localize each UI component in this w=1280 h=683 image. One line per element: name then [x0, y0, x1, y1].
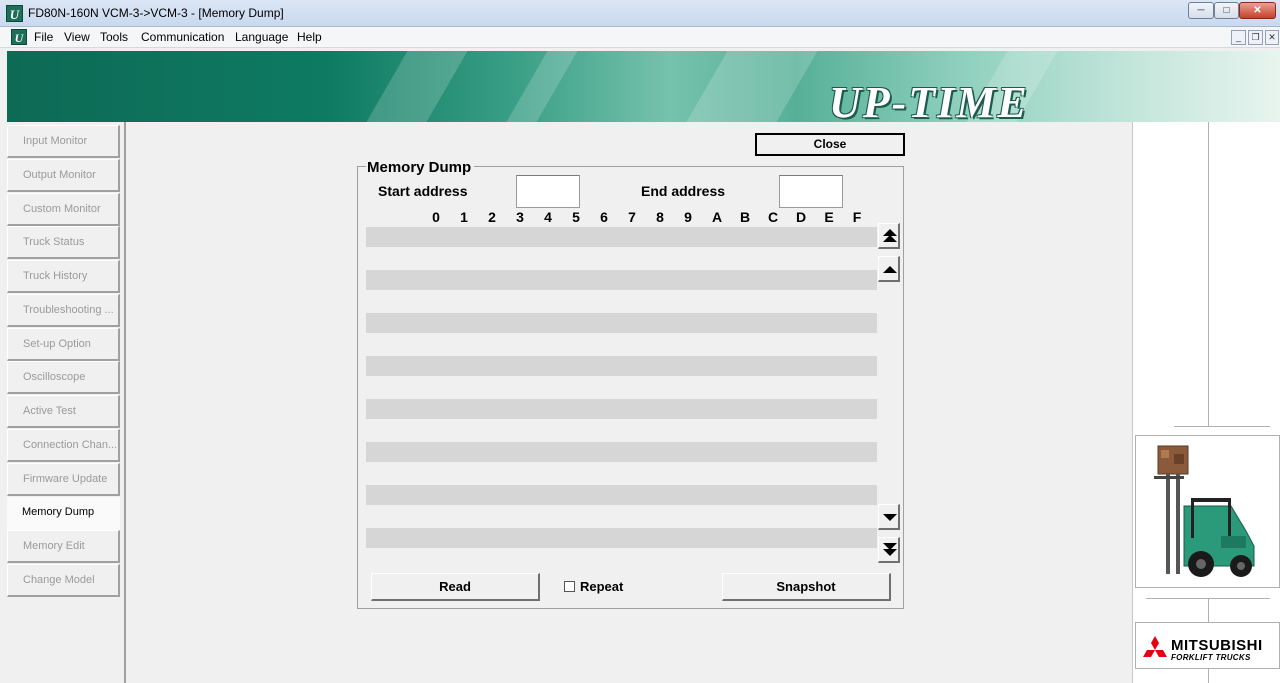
sidebar-item-setup-option[interactable]: Set-up Option: [7, 328, 120, 361]
sidebar-item-input-monitor[interactable]: Input Monitor: [7, 125, 120, 158]
uptime-logo: UP-TIME: [829, 78, 1029, 122]
mitsubishi-diamonds-icon: [1143, 636, 1167, 657]
column-header: 5: [572, 209, 580, 225]
dump-row: [366, 399, 877, 419]
mdi-close-button[interactable]: ✕: [1265, 30, 1279, 45]
banner-decoration: [506, 51, 578, 122]
sidebar-item-firmware-update[interactable]: Firmware Update: [7, 463, 120, 496]
column-header: A: [711, 209, 723, 225]
menu-tools[interactable]: Tools: [100, 30, 128, 44]
column-header: 7: [628, 209, 636, 225]
menu-language[interactable]: Language: [235, 30, 288, 44]
app-icon: U: [6, 5, 23, 22]
group-title: Memory Dump: [366, 159, 475, 176]
column-header: 6: [600, 209, 608, 225]
banner-decoration: [686, 51, 818, 122]
column-header: F: [852, 209, 862, 225]
start-address-input[interactable]: [516, 175, 580, 208]
mdi-restore-button[interactable]: ❐: [1248, 30, 1263, 45]
repeat-checkbox[interactable]: [564, 581, 575, 592]
sidebar-item-oscilloscope[interactable]: Oscilloscope: [7, 361, 120, 394]
document-icon[interactable]: U: [11, 29, 27, 45]
column-header: 0: [432, 209, 440, 225]
sidebar: Input Monitor Output Monitor Custom Moni…: [7, 122, 126, 683]
divider: [1208, 122, 1209, 426]
close-button[interactable]: Close: [755, 133, 905, 156]
scroll-top-button[interactable]: [878, 223, 900, 249]
sidebar-item-memory-dump[interactable]: Memory Dump: [7, 497, 120, 530]
column-header: 4: [544, 209, 552, 225]
forklift-image: [1154, 445, 1255, 577]
start-address-label: Start address: [378, 183, 468, 199]
dump-row: [366, 313, 877, 333]
dump-row: [366, 227, 877, 247]
dump-row: [366, 485, 877, 505]
menu-file[interactable]: File: [34, 30, 53, 44]
scroll-bottom-button[interactable]: [878, 537, 900, 563]
end-address-label: End address: [641, 183, 726, 199]
up-arrow-icon: [883, 266, 897, 273]
menu-view[interactable]: View: [64, 30, 90, 44]
dump-row: [366, 442, 877, 462]
sidebar-item-output-monitor[interactable]: Output Monitor: [7, 159, 120, 192]
dump-row: [366, 270, 877, 290]
column-header: C: [767, 209, 779, 225]
sidebar-item-custom-monitor[interactable]: Custom Monitor: [7, 193, 120, 226]
end-address-input[interactable]: [779, 175, 843, 208]
sidebar-item-memory-edit[interactable]: Memory Edit: [7, 530, 120, 563]
dump-row: [366, 356, 877, 376]
sidebar-item-connection-change[interactable]: Connection Chan...: [7, 429, 120, 462]
menu-help[interactable]: Help: [297, 30, 322, 44]
column-header: 2: [488, 209, 496, 225]
column-header: 9: [684, 209, 692, 225]
column-header: 1: [460, 209, 468, 225]
column-header: D: [795, 209, 807, 225]
menu-bar: U File View Tools Communication Language…: [0, 27, 1280, 48]
header-banner: UP-TIME: [7, 51, 1280, 122]
scroll-up-button[interactable]: [878, 256, 900, 282]
minimize-window-button[interactable]: ─: [1188, 2, 1214, 19]
column-header: 8: [656, 209, 664, 225]
mdi-minimize-button[interactable]: _: [1231, 30, 1246, 45]
column-header: B: [739, 209, 751, 225]
scroll-down-button[interactable]: [878, 504, 900, 530]
down-arrow-icon: [883, 514, 897, 521]
window-title: FD80N-160N VCM-3->VCM-3 - [Memory Dump]: [28, 6, 284, 20]
close-window-button[interactable]: ✕: [1239, 2, 1276, 19]
sidebar-item-troubleshooting[interactable]: Troubleshooting ...: [7, 294, 120, 327]
brand-name: MITSUBISHI: [1171, 637, 1263, 654]
sidebar-item-truck-history[interactable]: Truck History: [7, 260, 120, 293]
sidebar-item-truck-status[interactable]: Truck Status: [7, 226, 120, 259]
double-down-arrow-icon: [883, 549, 897, 556]
double-up-arrow-icon: [883, 235, 897, 242]
divider: [1174, 426, 1270, 427]
column-header: 3: [516, 209, 524, 225]
forklift-image-frame: [1135, 435, 1280, 588]
dump-row: [366, 528, 877, 548]
sidebar-item-active-test[interactable]: Active Test: [7, 395, 120, 428]
repeat-label[interactable]: Repeat: [580, 579, 623, 594]
sidebar-item-change-model[interactable]: Change Model: [7, 564, 120, 597]
maximize-window-button[interactable]: □: [1214, 2, 1239, 19]
snapshot-button[interactable]: Snapshot: [722, 573, 891, 601]
title-bar: U FD80N-160N VCM-3->VCM-3 - [Memory Dump…: [0, 0, 1280, 27]
menu-communication[interactable]: Communication: [141, 30, 224, 44]
brand-subtitle: FORKLIFT TRUCKS: [1171, 653, 1251, 662]
column-header: E: [824, 209, 834, 225]
divider: [1208, 598, 1209, 622]
banner-decoration: [366, 51, 468, 122]
divider: [1208, 669, 1209, 683]
read-button[interactable]: Read: [371, 573, 540, 601]
